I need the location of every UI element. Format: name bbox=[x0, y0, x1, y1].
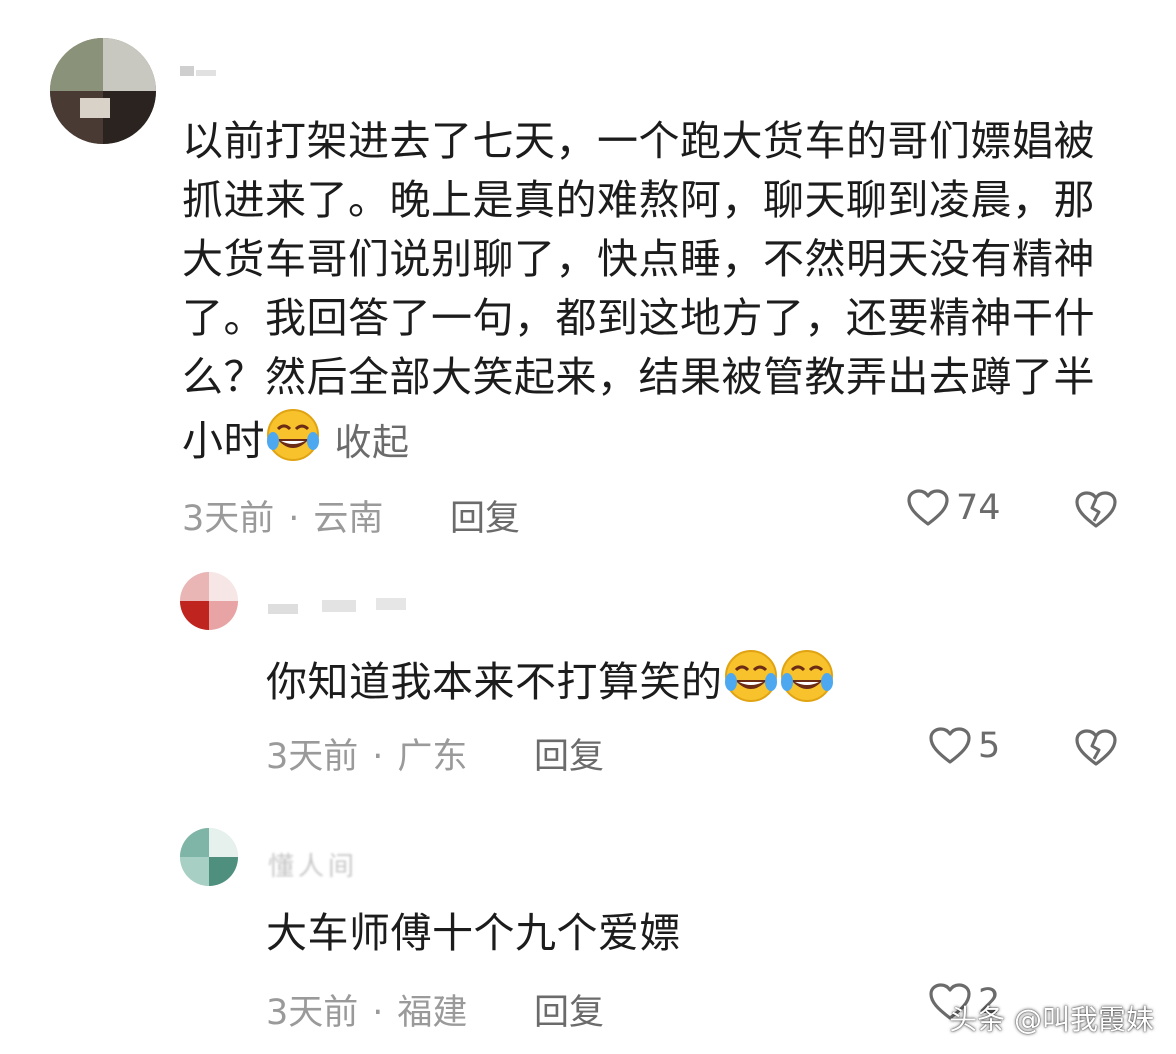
comment-location: 云南 bbox=[313, 499, 384, 539]
comment-2: 你知道我本来不打算笑的 3天前 · 广东 回复 5 bbox=[0, 560, 1176, 800]
comment-location: 福建 bbox=[397, 993, 468, 1033]
like-button[interactable]: 74 bbox=[906, 488, 1001, 528]
comment-text: 以前打架进去了七天，一个跑大货车的哥们嫖娼被抓进来了。晚上是真的难熬阿，聊天聊到… bbox=[182, 112, 1127, 479]
comment-time: 3天前 bbox=[182, 499, 275, 539]
collapse-button[interactable]: 收起 bbox=[335, 421, 410, 464]
heart-outline-icon bbox=[928, 726, 972, 766]
comment-meta: 3天前 · 云南 bbox=[182, 499, 384, 539]
comment-1: 以前打架进去了七天，一个跑大货车的哥们嫖娼被抓进来了。晚上是真的难熬阿，聊天聊到… bbox=[0, 0, 1176, 560]
comment-location: 广东 bbox=[397, 737, 468, 777]
comment-text: 大车师傅十个九个爱嫖 bbox=[266, 909, 681, 957]
username-blurred[interactable] bbox=[268, 594, 418, 624]
like-count: 74 bbox=[956, 488, 1001, 528]
laughing-tears-emoji bbox=[265, 407, 321, 479]
laughing-tears-emoji bbox=[779, 648, 835, 720]
like-count: 5 bbox=[978, 726, 1001, 766]
watermark: 头条 @叫我霞妹 bbox=[949, 1003, 1154, 1036]
comment-text: 你知道我本来不打算笑的 bbox=[266, 648, 1126, 720]
heart-outline-icon bbox=[906, 488, 950, 528]
reply-button[interactable]: 回复 bbox=[534, 728, 604, 779]
avatar[interactable] bbox=[180, 572, 238, 630]
comment-time: 3天前 bbox=[266, 737, 359, 777]
reply-button[interactable]: 回复 bbox=[450, 490, 520, 541]
username-blurred[interactable] bbox=[180, 60, 220, 82]
dislike-button[interactable] bbox=[1074, 490, 1118, 530]
reply-button[interactable]: 回复 bbox=[534, 984, 604, 1035]
avatar[interactable] bbox=[180, 828, 238, 886]
avatar[interactable] bbox=[50, 38, 156, 144]
dislike-button[interactable] bbox=[1074, 728, 1118, 768]
comment-meta: 3天前 · 福建 bbox=[266, 993, 468, 1033]
like-button[interactable]: 5 bbox=[928, 726, 1000, 766]
laughing-tears-emoji bbox=[723, 648, 779, 720]
comment-time: 3天前 bbox=[266, 993, 359, 1033]
comment-meta: 3天前 · 广东 bbox=[266, 737, 468, 777]
broken-heart-icon bbox=[1074, 490, 1118, 530]
broken-heart-icon bbox=[1074, 728, 1118, 768]
username-blurred[interactable]: 懂人间 bbox=[268, 846, 418, 882]
